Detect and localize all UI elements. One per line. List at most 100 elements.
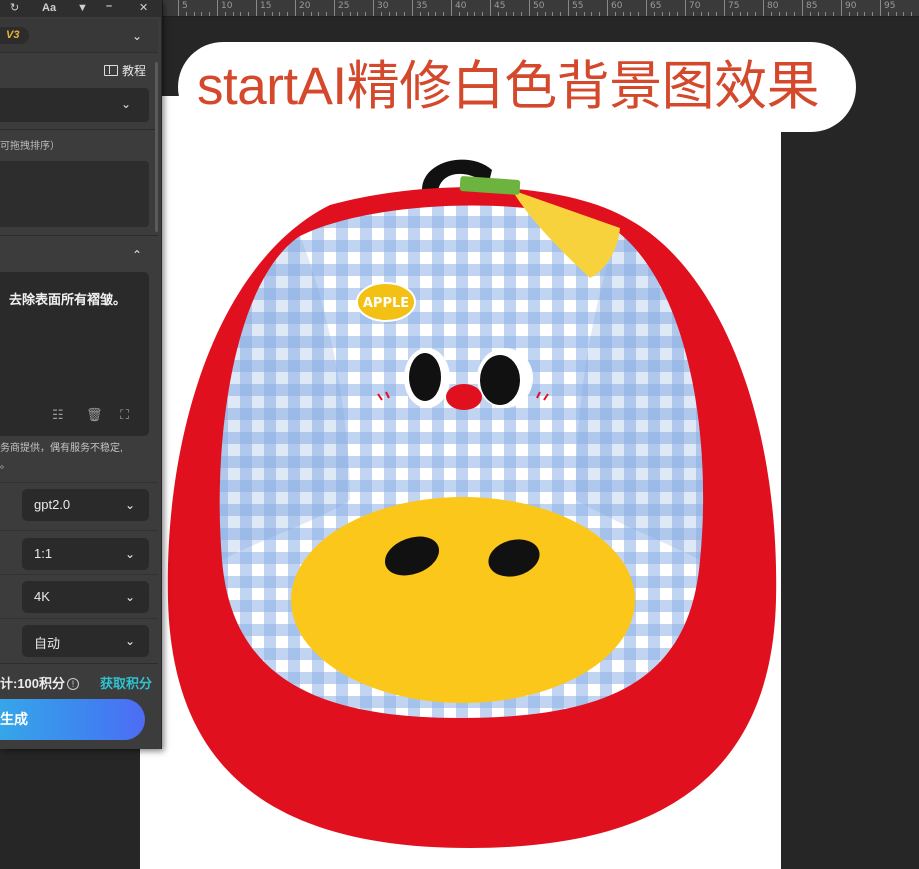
ruler-tick	[911, 12, 913, 16]
product-image-chair: APPLE	[167, 159, 777, 848]
ruler-tick	[310, 12, 312, 16]
book-icon	[104, 65, 118, 76]
ruler-tick	[622, 12, 624, 16]
ruler-tick	[552, 12, 554, 16]
ruler-tick	[607, 0, 608, 16]
ruler-label: 15	[260, 1, 272, 11]
ruler-tick	[279, 12, 281, 16]
aspect-ratio-select[interactable]: 1:1 ⌄	[22, 538, 149, 570]
ruler-tick	[731, 12, 733, 16]
refresh-icon[interactable]: ↻	[10, 1, 19, 15]
close-icon[interactable]: ✕	[139, 1, 148, 15]
ruler-tick	[544, 12, 546, 16]
panel-scrollbar[interactable]	[155, 62, 158, 232]
ruler-label: 90	[845, 1, 857, 11]
resolution-row: 4K ⌄	[0, 574, 158, 618]
ruler-tick	[443, 12, 445, 16]
service-notice: 务商提供，偶有服务不稳定, 。	[0, 440, 123, 474]
ruler-tick	[724, 0, 725, 16]
tutorial-link[interactable]: 教程	[104, 62, 146, 79]
quality-value: 自动	[34, 636, 61, 651]
ruler-tick	[458, 12, 460, 16]
ruler-tick	[575, 12, 577, 16]
prompt-text: 去除表面所有褶皱。	[9, 292, 127, 307]
ruler-tick	[521, 12, 523, 16]
ruler-tick	[786, 12, 788, 16]
ruler-tick	[497, 12, 499, 16]
ruler-tick	[435, 12, 437, 16]
ruler-tick	[692, 12, 694, 16]
generate-button[interactable]: 生成	[0, 699, 145, 740]
ruler-label: 40	[455, 1, 467, 11]
ruler-tick	[505, 12, 507, 16]
upload-hint: 可拖拽排序）	[0, 141, 60, 152]
ruler-tick	[669, 12, 671, 16]
ruler-label: 95	[884, 1, 896, 11]
ruler-tick	[880, 0, 881, 16]
ruler-tick	[466, 12, 468, 16]
ruler-tick	[770, 12, 772, 16]
ruler-tick	[263, 12, 265, 16]
resolution-select[interactable]: 4K ⌄	[22, 581, 149, 613]
ruler-tick	[887, 12, 889, 16]
get-points-link[interactable]: 获取积分	[100, 673, 152, 692]
ruler-tick	[373, 0, 374, 16]
panel-titlebar: ↻ Aa ▼ – ✕	[0, 0, 162, 17]
ruler-tick	[841, 0, 842, 16]
ruler-tick	[661, 12, 663, 16]
ruler-label: 85	[806, 1, 818, 11]
version-row[interactable]: V3 ⌄	[0, 19, 158, 53]
chevron-up-icon[interactable]: ⌃	[132, 249, 142, 261]
ruler-label: 80	[767, 1, 779, 11]
ruler-tick	[302, 12, 304, 16]
model-row: gpt2.0 ⌄	[0, 482, 158, 526]
chevron-down-icon[interactable]: ⌄	[132, 30, 142, 42]
ruler-tick	[872, 12, 874, 16]
prompt-library-icon[interactable]: ☷	[52, 407, 64, 423]
mode-select[interactable]: ⌄	[0, 88, 149, 122]
horizontal-ruler: 5 10 15 20 25 30 35 40 45 50 55 60 65 70 75 80 85 90 95	[163, 0, 919, 17]
ruler-tick	[349, 12, 351, 16]
ruler-tick	[763, 0, 764, 16]
ruler-tick	[802, 0, 803, 16]
ruler-tick	[716, 12, 718, 16]
ruler-tick	[677, 12, 679, 16]
ruler-tick	[568, 0, 569, 16]
ruler-tick	[240, 12, 242, 16]
divider	[0, 129, 158, 130]
ruler-tick	[201, 12, 203, 16]
ruler-tick	[427, 12, 429, 16]
chevron-down-icon: ⌄	[124, 547, 135, 561]
pin-icon[interactable]: ▼	[77, 1, 88, 15]
trash-icon[interactable]: 🗑	[86, 407, 103, 423]
ruler-tick	[653, 12, 655, 16]
info-icon[interactable]: !	[67, 678, 80, 690]
notice-line: 。	[0, 460, 10, 471]
ruler-label: 55	[572, 1, 584, 11]
ruler-label: 45	[494, 1, 506, 11]
ruler-tick	[419, 12, 421, 16]
font-icon[interactable]: Aa	[42, 1, 56, 15]
ratio-value: 1:1	[34, 546, 53, 561]
ruler-tick	[365, 12, 367, 16]
ruler-tick	[380, 12, 382, 16]
ruler-tick	[412, 0, 413, 16]
tutorial-label: 教程	[122, 64, 147, 78]
chevron-down-icon: ⌄	[121, 97, 132, 111]
ruler-tick	[739, 12, 741, 16]
cost-estimate: 计:100积分!	[0, 673, 80, 692]
quality-select[interactable]: 自动 ⌄	[22, 625, 149, 657]
notice-line: 务商提供，偶有服务不稳定,	[0, 443, 123, 454]
version-badge: V3	[0, 27, 29, 44]
ruler-tick	[638, 12, 640, 16]
image-upload-area[interactable]	[0, 161, 149, 227]
ruler-tick	[864, 12, 866, 16]
ruler-tick	[599, 12, 601, 16]
ruler-tick	[209, 12, 211, 16]
ruler-tick	[536, 12, 538, 16]
minimize-icon[interactable]: –	[106, 0, 112, 13]
ruler-tick	[295, 0, 296, 16]
model-select[interactable]: gpt2.0 ⌄	[22, 489, 149, 521]
fullscreen-icon[interactable]: ⛶	[120, 407, 129, 423]
ruler-label: 25	[338, 1, 350, 11]
